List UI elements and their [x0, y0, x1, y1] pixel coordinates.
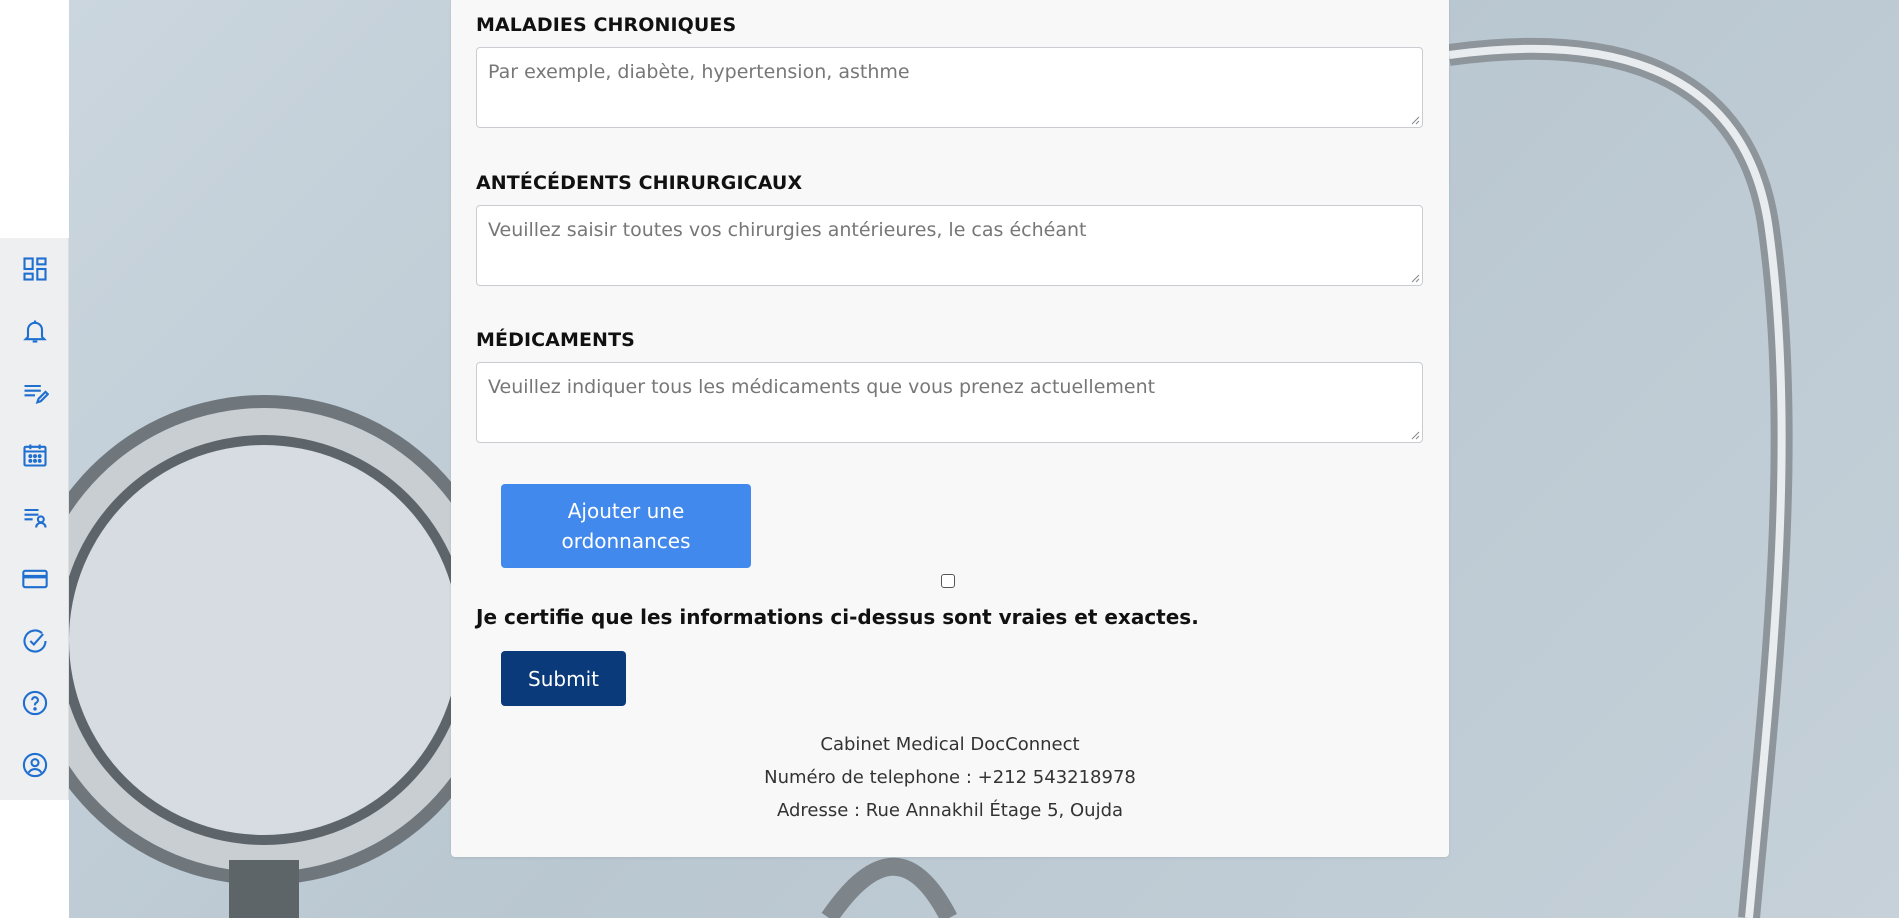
- resize-handle-icon[interactable]: [1410, 273, 1420, 283]
- sidebar: [0, 238, 69, 800]
- medications-label: MÉDICAMENTS: [476, 329, 635, 351]
- submit-button[interactable]: Submit: [501, 651, 626, 706]
- sidebar-item-help[interactable]: [0, 672, 69, 734]
- add-prescription-button[interactable]: Ajouter une ordonnances: [501, 484, 751, 568]
- sidebar-item-tasks[interactable]: [0, 610, 69, 672]
- sidebar-item-patients[interactable]: [0, 486, 69, 548]
- sidebar-item-dashboard[interactable]: [0, 238, 69, 300]
- sidebar-top-area: [0, 0, 69, 238]
- footer-address: Adresse : Rue Annakhil Étage 5, Oujda: [776, 800, 1124, 821]
- resize-handle-icon[interactable]: [1410, 430, 1420, 440]
- certify-label: Je certifie que les informations ci-dess…: [476, 605, 1199, 629]
- chronic-diseases-textarea[interactable]: Par exemple, diabète, hypertension, asth…: [476, 47, 1423, 128]
- chronic-diseases-placeholder: Par exemple, diabète, hypertension, asth…: [488, 61, 910, 83]
- medications-textarea[interactable]: Veuillez indiquer tous les médicaments q…: [476, 362, 1423, 443]
- bell-icon: [22, 320, 47, 343]
- sidebar-bottom-area: [0, 800, 69, 918]
- resize-handle-icon[interactable]: [1410, 115, 1420, 125]
- medical-form-card: MALADIES CHRONIQUES Par exemple, diabète…: [451, 0, 1449, 857]
- surgical-history-label: ANTÉCÉDENTS CHIRURGICAUX: [476, 172, 803, 194]
- chronic-diseases-label: MALADIES CHRONIQUES: [476, 14, 737, 36]
- sidebar-item-calendar[interactable]: [0, 424, 69, 486]
- account-icon: [22, 752, 47, 778]
- surgical-history-textarea[interactable]: Veuillez saisir toutes vos chirurgies an…: [476, 205, 1423, 286]
- surgical-history-placeholder: Veuillez saisir toutes vos chirurgies an…: [488, 219, 1087, 241]
- help-icon: [22, 690, 47, 716]
- sidebar-item-edit[interactable]: [0, 362, 69, 424]
- sidebar-item-notifications[interactable]: [0, 300, 69, 362]
- credit-card-icon: [21, 569, 48, 589]
- sidebar-item-payments[interactable]: [0, 548, 69, 610]
- footer-phone: Numéro de telephone : +212 543218978: [764, 767, 1136, 788]
- calendar-icon: [22, 444, 47, 467]
- dashboard-icon: [22, 257, 47, 281]
- sidebar-item-account[interactable]: [0, 734, 69, 796]
- patient-list-icon: [24, 508, 47, 528]
- certify-checkbox[interactable]: [941, 574, 955, 588]
- edit-note-icon: [24, 384, 49, 404]
- footer-clinic-name: Cabinet Medical DocConnect: [820, 734, 1080, 755]
- check-circle-icon: [22, 629, 47, 653]
- medications-placeholder: Veuillez indiquer tous les médicaments q…: [488, 376, 1156, 398]
